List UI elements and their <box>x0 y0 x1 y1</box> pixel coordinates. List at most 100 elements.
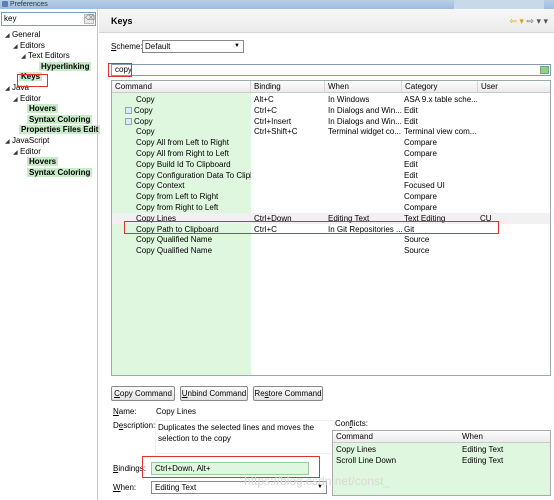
command-search-input[interactable]: copy <box>111 64 551 76</box>
cell-text: Ctrl+Insert <box>254 116 292 126</box>
tree-item[interactable]: Hovers <box>27 103 59 114</box>
cell-text: Compare <box>404 138 437 148</box>
cell-text: Copy Qualified Name <box>136 235 213 245</box>
clear-search-icon[interactable] <box>540 66 549 74</box>
cell-text: In Windows <box>328 95 370 104</box>
scheme-select[interactable]: Default ▼ <box>142 40 244 53</box>
tree-expand-icon[interactable]: ◢ <box>13 95 20 106</box>
tree-expand-icon[interactable]: ◢ <box>21 52 28 63</box>
tree-item[interactable]: Hovers <box>27 156 59 167</box>
table-row[interactable]: Copy Ctrl+Shift+C Terminal widget co... Ter… <box>112 126 550 137</box>
cell-category: Compare <box>404 202 478 213</box>
cell-when <box>328 148 402 159</box>
table-row[interactable]: Copy Build Id To Clipboard Edit <box>112 159 550 170</box>
right-panel: Keys ⇦ ▾ ⇨ ▾ ▾ Scheme: Default ▼ copy Co… <box>99 9 554 500</box>
tree-item-label: Editors <box>20 40 45 50</box>
table-row[interactable]: Copy Alt+C In Windows ASA 9.x table sche... <box>112 94 550 105</box>
tree-expand-icon[interactable]: ◢ <box>13 148 20 159</box>
cell-user <box>480 180 550 191</box>
cell-when <box>328 137 402 148</box>
cell-text: Source <box>404 235 430 245</box>
filter-input[interactable]: key ⌫ <box>1 12 96 26</box>
header-category[interactable]: Category <box>402 81 478 93</box>
tree-expand-icon[interactable]: ◢ <box>5 84 12 95</box>
navigation-arrows[interactable]: ⇦ ▾ ⇨ ▾ ▾ <box>509 16 548 27</box>
selected-row-highlight-box <box>124 221 499 234</box>
table-row[interactable]: Copy Context Focused UI <box>112 180 550 191</box>
cell-user <box>480 148 550 159</box>
header-user[interactable]: User <box>478 81 550 93</box>
cell-category: Focused UI <box>404 180 478 191</box>
forward-arrow-icon[interactable]: ⇨ ▾ ▾ <box>526 16 548 26</box>
cell-text: Copy <box>136 95 155 104</box>
cell-binding <box>254 234 325 245</box>
restore-command-button[interactable]: Restore Command <box>253 386 323 401</box>
cell-binding <box>254 170 325 181</box>
cell-user <box>480 126 550 137</box>
cell-binding <box>254 191 325 202</box>
scheme-label: Scheme: <box>111 42 143 51</box>
table-row[interactable]: Copy Ctrl+C In Dialogs and Win... Edit <box>112 105 550 116</box>
header-binding[interactable]: Binding <box>251 81 325 93</box>
table-row[interactable]: Copy All from Left to Right Compare <box>112 137 550 148</box>
cell-text: Edit <box>404 116 418 126</box>
watermark: https://blog.csdn.net/const_ <box>244 474 391 488</box>
cell-text: In Dialogs and Win... <box>328 105 402 115</box>
cell-binding <box>254 180 325 191</box>
name-label: Name: <box>113 407 137 416</box>
tree-item-label: Editor <box>20 146 41 156</box>
header-command[interactable]: Command <box>112 81 251 93</box>
tree-item[interactable]: Hyperlinking <box>39 61 92 72</box>
cell-command: Copy <box>136 126 251 137</box>
tree-item-label: Properties Files Edit <box>19 125 101 135</box>
copy-command-button[interactable]: Copy Command <box>111 386 175 401</box>
conflict-row[interactable]: Scroll Line Down Editing Text <box>333 455 550 466</box>
unbind-command-button[interactable]: Unbind Command <box>180 386 248 401</box>
tree-expand-icon[interactable]: ◢ <box>5 137 12 148</box>
header-when[interactable]: When <box>325 81 402 93</box>
window-controls[interactable] <box>454 0 544 9</box>
tree-item[interactable]: ◢ General <box>5 29 40 40</box>
tree-item-label: Editor <box>20 93 41 103</box>
tree-expand-icon[interactable]: ◢ <box>13 42 20 53</box>
cell-when <box>328 159 402 170</box>
conflict-when: Editing Text <box>462 456 504 465</box>
page-title: Keys <box>111 16 133 26</box>
conflict-row[interactable]: Copy Lines Editing Text <box>333 444 550 455</box>
clear-filter-icon[interactable]: ⌫ <box>84 14 95 24</box>
table-row[interactable]: Copy from Left to Right Compare <box>112 191 550 202</box>
tree-item[interactable]: ◢ JavaScript <box>5 135 49 146</box>
tree-item[interactable]: Properties Files Edit <box>19 124 101 135</box>
cell-binding: Alt+C <box>254 94 325 105</box>
conflicts-header-when: When <box>462 432 483 441</box>
table-row[interactable]: Copy All from Right to Left Compare <box>112 148 550 159</box>
cell-user <box>480 191 550 202</box>
table-row[interactable]: Copy Configuration Data To Clipb Edit <box>112 170 550 181</box>
table-row[interactable]: Copy from Right to Left Compare <box>112 202 550 213</box>
cell-text: In Dialogs and Win... <box>328 116 402 126</box>
tree-item[interactable]: ◢ Text Editors <box>21 50 70 61</box>
tree-item[interactable]: ◢ Editor <box>13 146 41 157</box>
cell-when: Terminal widget co... <box>328 126 402 137</box>
scheme-value: Default <box>145 42 171 51</box>
bindings-label: Bindings: <box>113 464 146 473</box>
back-arrow-icon[interactable]: ⇦ ▾ <box>509 16 524 26</box>
cell-command: Copy Qualified Name <box>136 245 251 256</box>
cell-command: Copy <box>125 116 251 127</box>
cell-user <box>480 170 550 181</box>
cell-text: Source <box>404 246 430 256</box>
cell-text: Edit <box>404 159 418 169</box>
tree-item-label: JavaScript <box>12 136 50 145</box>
cell-text: Focused UI <box>404 181 445 191</box>
tree-item[interactable]: ◢ Editor <box>13 93 41 104</box>
tree-item[interactable]: ◢ Editors <box>13 40 45 51</box>
tree-expand-icon[interactable]: ◢ <box>5 31 12 42</box>
tree-item-label: Syntax Coloring <box>27 114 93 124</box>
cell-category: Edit <box>404 105 478 116</box>
cell-text: Edit <box>404 170 418 180</box>
tree-item[interactable]: Syntax Coloring <box>27 167 93 178</box>
tree-item[interactable]: Syntax Coloring <box>27 114 93 125</box>
table-row[interactable]: Copy Ctrl+Insert In Dialogs and Win... Edit <box>112 116 550 127</box>
table-row[interactable]: Copy Qualified Name Source <box>112 234 550 245</box>
table-row[interactable]: Copy Qualified Name Source <box>112 245 550 256</box>
